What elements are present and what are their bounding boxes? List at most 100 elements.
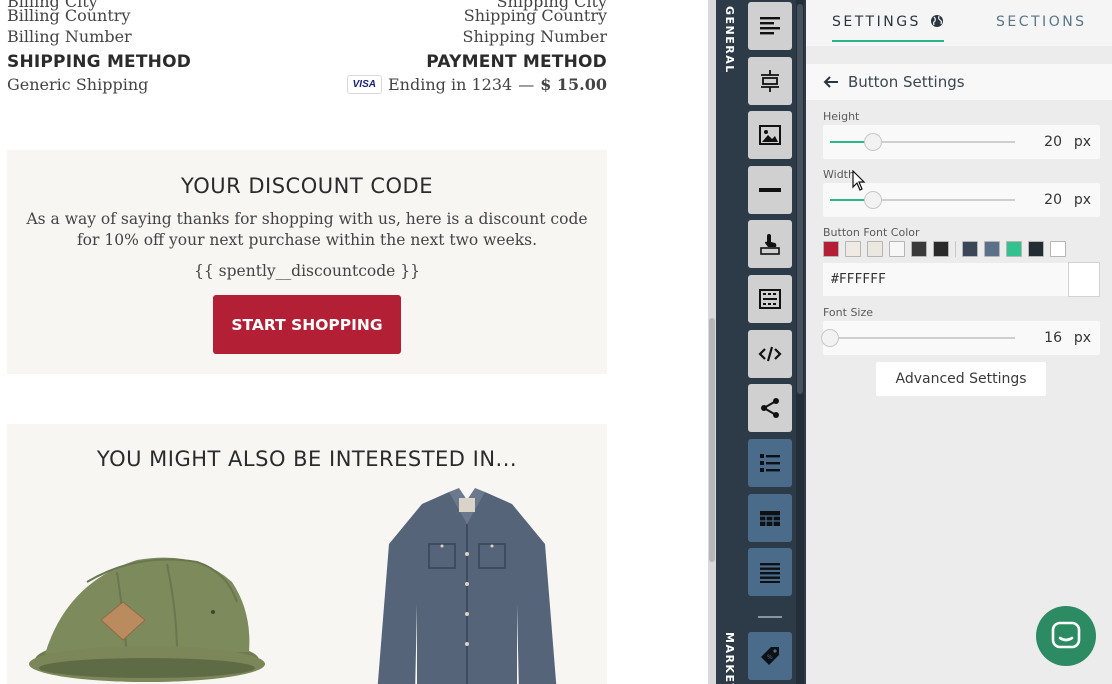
shipping-country: Shipping Country <box>463 6 607 25</box>
billing-number: Billing Number <box>7 27 132 46</box>
method-heading-row: SHIPPING METHOD PAYMENT METHOD <box>7 52 607 72</box>
height-slider[interactable]: 20 px <box>823 125 1100 159</box>
color-swatch[interactable] <box>1028 241 1044 257</box>
discount-section[interactable]: YOUR DISCOUNT CODE As a way of saying th… <box>7 150 607 374</box>
shirt-product-image[interactable] <box>367 484 567 684</box>
social-share-block-tool[interactable] <box>748 384 792 432</box>
settings-panel: SETTINGS SECTIONS Button Settings Height… <box>806 0 1112 684</box>
share-icon <box>761 398 779 418</box>
marketing-section-label: MARKET <box>723 632 736 684</box>
country-row: Billing Country Shipping Country <box>7 6 607 25</box>
align-text-icon <box>760 17 780 35</box>
color-swatch[interactable] <box>1006 241 1022 257</box>
panel-tabs: SETTINGS SECTIONS <box>806 0 1112 46</box>
font-size-unit: px <box>1073 330 1091 346</box>
color-swatch[interactable] <box>962 241 978 257</box>
spacer-block-tool[interactable] <box>748 57 792 105</box>
swatch-divider <box>955 241 956 257</box>
cap-product-image[interactable] <box>27 542 267 684</box>
method-value-row: Generic Shipping VISA Ending in 1234 — $… <box>7 75 607 94</box>
tab-sections[interactable]: SECTIONS <box>996 14 1087 30</box>
width-label: Width <box>823 168 855 181</box>
font-color-input[interactable]: #FFFFFF <box>823 263 1069 296</box>
chat-bubble-icon <box>1051 621 1081 649</box>
font-size-slider[interactable]: 16 px <box>821 321 1100 355</box>
payment-separator: — <box>518 75 535 94</box>
number-row: Billing Number Shipping Number <box>7 27 607 46</box>
svg-text:%: % <box>767 654 773 661</box>
list-icon <box>760 454 780 472</box>
table-block-tool[interactable] <box>748 494 792 542</box>
billing-country: Billing Country <box>7 6 131 25</box>
email-preview: Billing City Shipping City Billing Count… <box>0 0 708 684</box>
payment-method-value: VISA Ending in 1234 — $ 15.00 <box>346 75 607 94</box>
button-pointer-icon <box>760 234 780 255</box>
shipping-method-value: Generic Shipping <box>7 75 149 94</box>
discount-title: YOUR DISCOUNT CODE <box>181 174 433 198</box>
toolbar-scrollbar[interactable] <box>796 0 804 684</box>
height-slider-knob[interactable] <box>863 133 882 151</box>
spacer-icon <box>761 70 779 92</box>
shipping-number: Shipping Number <box>462 27 607 46</box>
shipping-method-heading: SHIPPING METHOD <box>7 52 192 72</box>
lines-block-tool[interactable] <box>748 548 792 596</box>
color-swatches <box>823 241 1072 257</box>
chat-support-button[interactable] <box>1036 606 1096 666</box>
font-size-track[interactable] <box>821 329 1015 347</box>
start-shopping-button[interactable]: START SHOPPING <box>213 295 401 354</box>
globe-icon <box>930 14 944 32</box>
tag-icon: % <box>761 647 779 665</box>
color-preview-swatch[interactable] <box>1068 262 1100 297</box>
mouse-cursor-icon <box>852 170 866 191</box>
image-grid-icon <box>759 289 781 309</box>
preview-scrollbar[interactable] <box>708 0 716 684</box>
code-icon <box>758 346 782 362</box>
width-slider-knob[interactable] <box>863 191 882 209</box>
font-color-label: Button Font Color <box>823 226 920 239</box>
height-value[interactable]: 20 <box>1012 134 1062 150</box>
tab-settings-label: SETTINGS <box>832 14 921 30</box>
image-block-tool[interactable] <box>748 111 792 159</box>
font-size-value[interactable]: 16 <box>1012 330 1062 346</box>
color-swatch[interactable] <box>911 241 927 257</box>
divider-block-tool[interactable] <box>748 166 792 214</box>
lines-icon <box>760 563 780 583</box>
height-unit: px <box>1073 134 1091 150</box>
tab-settings[interactable]: SETTINGS <box>832 14 944 42</box>
recommendations-section[interactable]: YOU MIGHT ALSO BE INTERESTED IN... <box>7 424 607 684</box>
toolbar-separator <box>758 616 782 618</box>
button-block-tool[interactable] <box>748 220 792 268</box>
color-swatch[interactable] <box>845 241 861 257</box>
width-unit: px <box>1073 192 1091 208</box>
image-icon <box>759 125 781 145</box>
text-block-tool[interactable] <box>748 2 792 50</box>
recommendations-title: YOU MIGHT ALSO BE INTERESTED IN... <box>96 447 518 471</box>
header-title: Button Settings <box>848 73 965 91</box>
payment-amount: $ 15.00 <box>540 75 607 94</box>
color-swatch[interactable] <box>823 241 839 257</box>
color-swatch[interactable] <box>1050 241 1066 257</box>
color-swatch[interactable] <box>889 241 905 257</box>
height-track[interactable] <box>830 133 1015 151</box>
visa-card-icon: VISA <box>346 75 382 94</box>
list-block-tool[interactable] <box>748 439 792 487</box>
card-ending: Ending in 1234 <box>387 75 513 94</box>
advanced-settings-button[interactable]: Advanced Settings <box>876 362 1046 396</box>
color-swatch[interactable] <box>933 241 949 257</box>
font-size-slider-knob[interactable] <box>821 329 839 347</box>
divider-icon <box>759 188 781 192</box>
back-arrow-icon[interactable] <box>822 73 840 91</box>
button-settings-header[interactable]: Button Settings <box>806 64 1112 100</box>
width-track[interactable] <box>830 191 1015 209</box>
preview-scroll-thumb[interactable] <box>709 318 715 562</box>
font-size-label: Font Size <box>823 306 874 319</box>
payment-method-heading: PAYMENT METHOD <box>426 52 607 72</box>
code-block-tool[interactable] <box>748 330 792 378</box>
coupon-block-tool[interactable]: % <box>748 632 792 680</box>
general-section-label: GENERAL <box>723 6 736 74</box>
toolbar-scroll-thumb[interactable] <box>797 4 803 394</box>
color-swatch[interactable] <box>867 241 883 257</box>
width-value[interactable]: 20 <box>1012 192 1062 208</box>
color-swatch[interactable] <box>984 241 1000 257</box>
image-grid-block-tool[interactable] <box>748 275 792 323</box>
